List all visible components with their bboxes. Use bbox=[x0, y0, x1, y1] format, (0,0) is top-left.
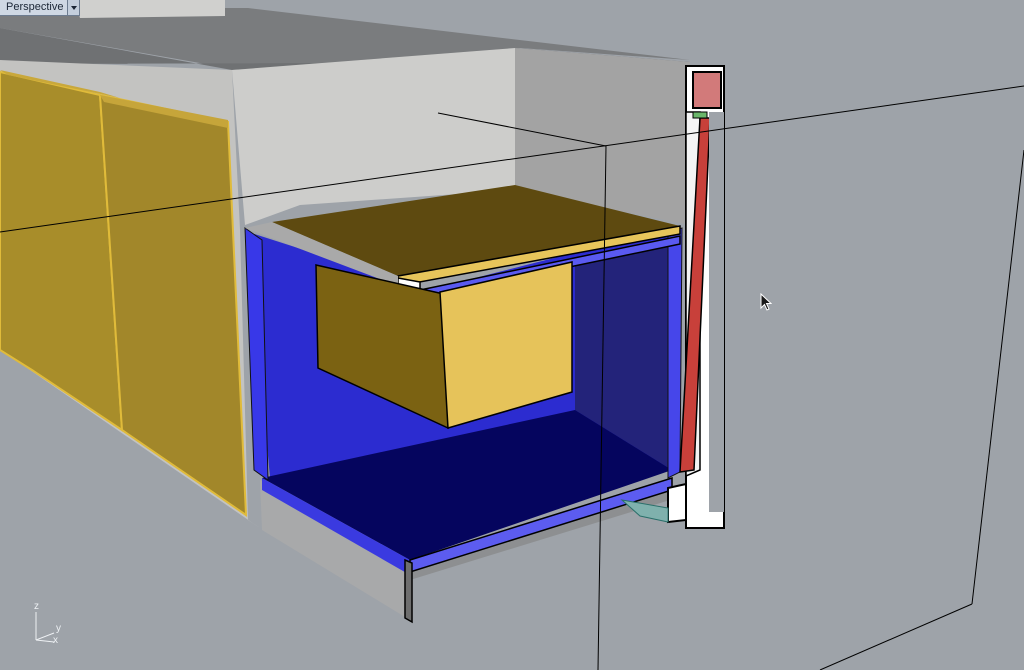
axis-gizmo: z y x bbox=[26, 600, 70, 650]
axis-x-label: x bbox=[53, 635, 58, 646]
drawer-front-post bbox=[404, 558, 413, 624]
viewport-tab[interactable]: Perspective bbox=[0, 0, 81, 16]
chevron-down-icon bbox=[70, 5, 77, 10]
door-right bbox=[98, 93, 248, 517]
slide-foot bbox=[667, 482, 687, 524]
small-top-block bbox=[75, 0, 225, 18]
slide-cap-green bbox=[692, 111, 708, 119]
construction-line-4 bbox=[971, 149, 1024, 605]
drawer-right-side bbox=[667, 227, 683, 479]
construction-line-5 bbox=[819, 603, 973, 670]
viewport-menu-button[interactable] bbox=[67, 0, 80, 15]
perspective-viewport[interactable]: Perspective z y x bbox=[0, 0, 1024, 670]
viewport-title[interactable]: Perspective bbox=[0, 0, 68, 15]
axis-z-label: z bbox=[34, 601, 39, 612]
axis-y-label: y bbox=[56, 623, 61, 634]
arrow-cursor-icon bbox=[760, 293, 772, 311]
3d-scene[interactable] bbox=[0, 0, 1024, 670]
slide-cap-red bbox=[692, 71, 722, 109]
slide-rail-right-bar bbox=[709, 112, 724, 512]
axis-gizmo-lines bbox=[35, 612, 55, 643]
